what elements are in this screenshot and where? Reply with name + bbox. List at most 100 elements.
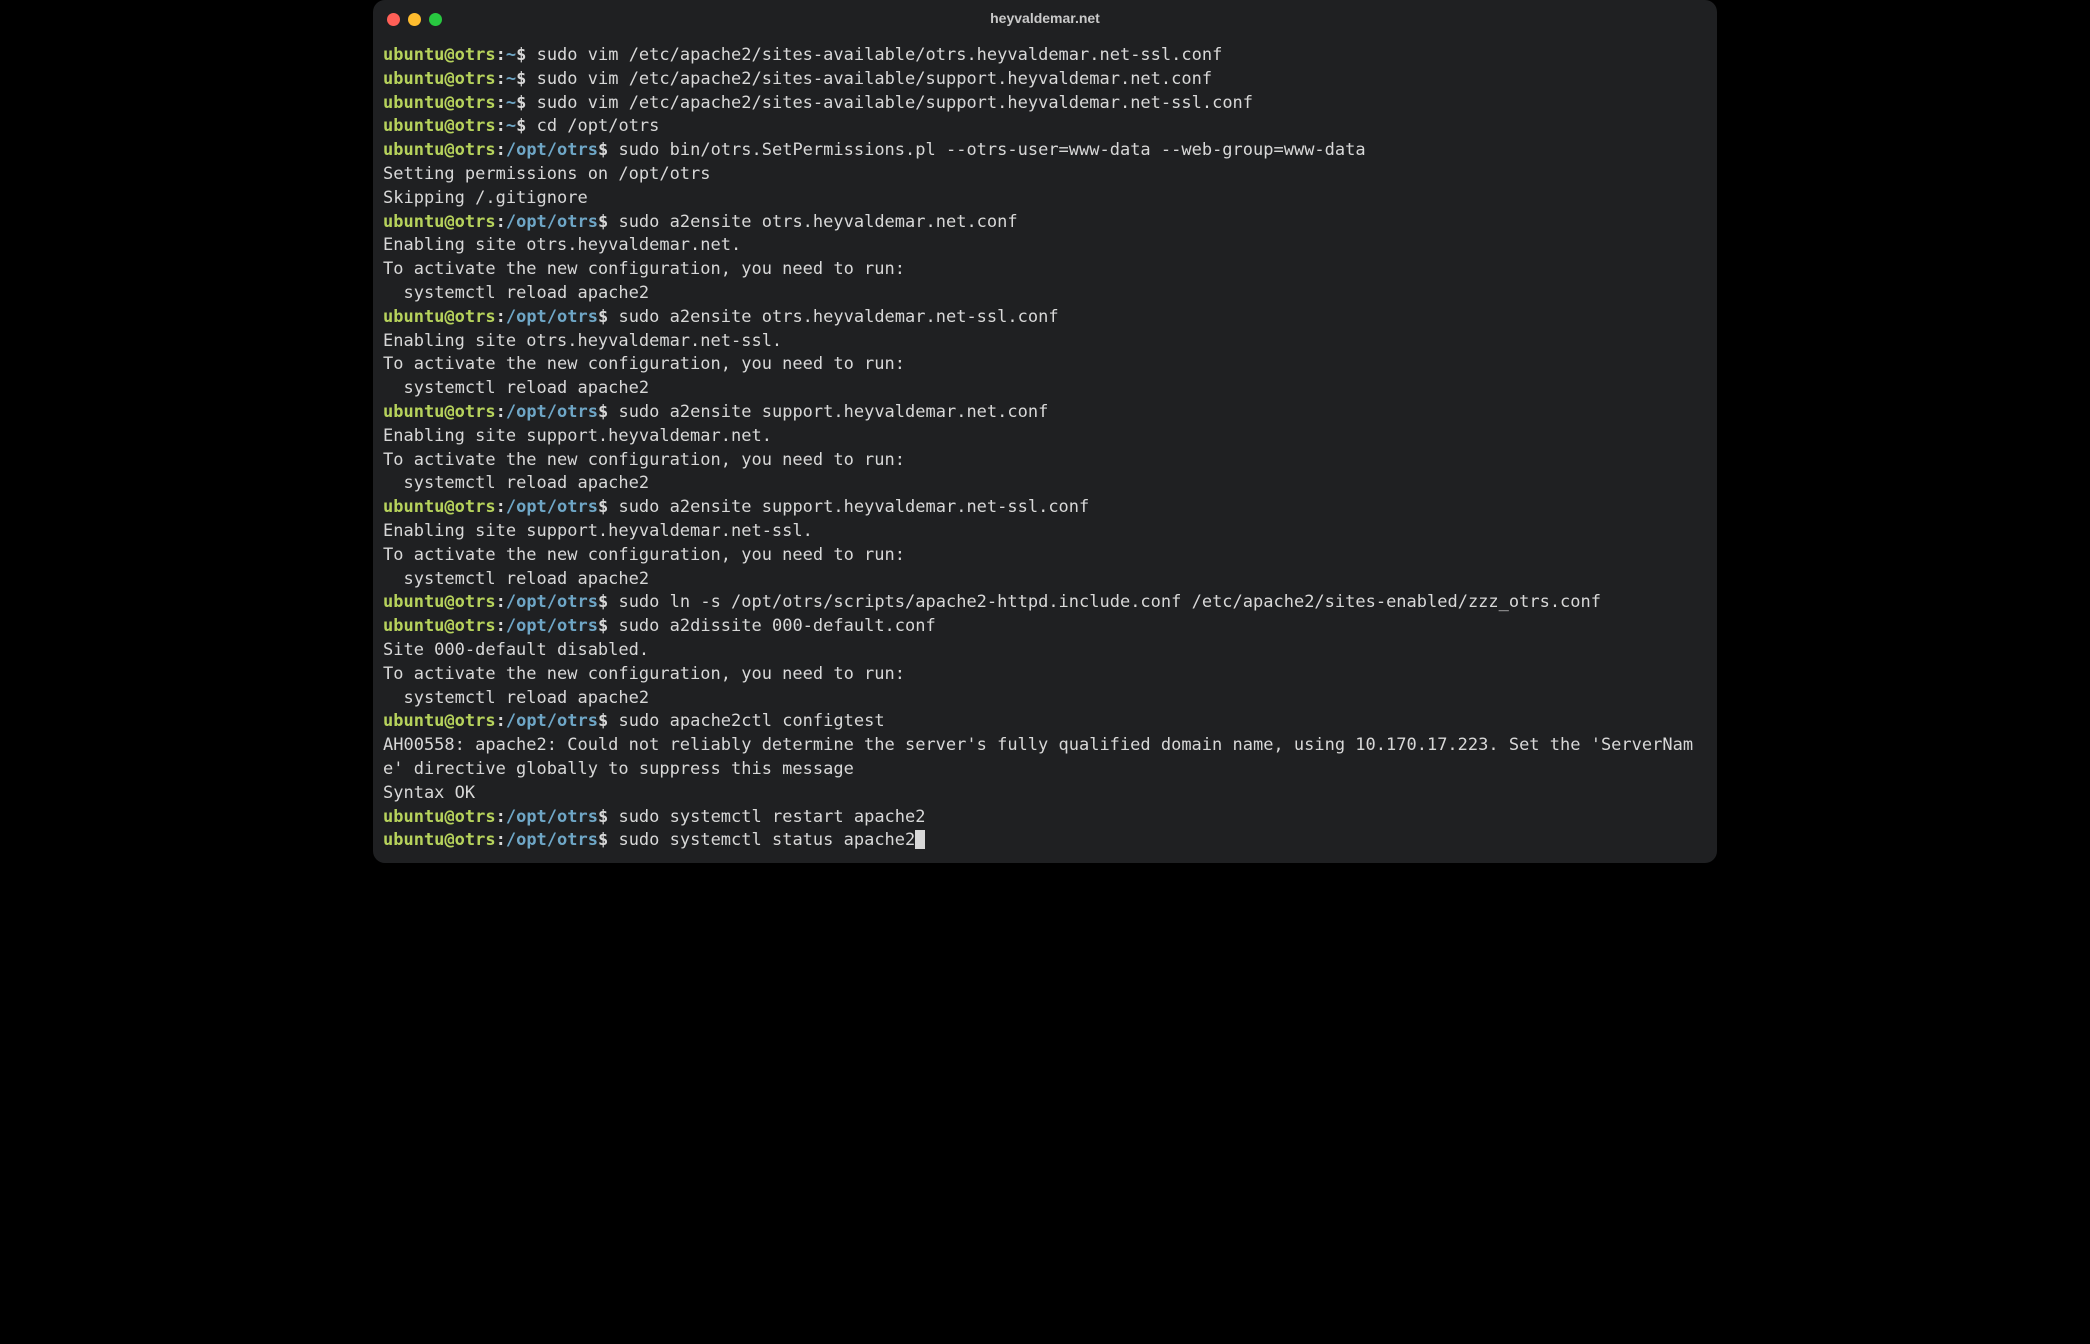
command-text: sudo vim /etc/apache2/sites-available/ot… xyxy=(537,45,1223,65)
prompt-colon: : xyxy=(496,592,506,612)
prompt-colon: : xyxy=(496,402,506,422)
minimize-icon[interactable] xyxy=(408,13,421,26)
command-text: sudo a2ensite otrs.heyvaldemar.net.conf xyxy=(618,212,1017,232)
prompt-user-host: ubuntu@otrs xyxy=(383,497,496,517)
prompt-path: /opt/otrs xyxy=(506,402,598,422)
output-text: Enabling site otrs.heyvaldemar.net. xyxy=(383,235,741,255)
terminal-line: ubuntu@otrs:/opt/otrs$ sudo a2ensite sup… xyxy=(383,401,1707,425)
terminal-line: Enabling site otrs.heyvaldemar.net-ssl. xyxy=(383,330,1707,354)
prompt-colon: : xyxy=(496,45,506,65)
prompt-user-host: ubuntu@otrs xyxy=(383,69,496,89)
command-text: sudo systemctl restart apache2 xyxy=(618,807,925,827)
command-text: sudo bin/otrs.SetPermissions.pl --otrs-u… xyxy=(618,140,1365,160)
prompt-user-host: ubuntu@otrs xyxy=(383,116,496,136)
command-text: cd /opt/otrs xyxy=(537,116,660,136)
prompt-colon: : xyxy=(496,69,506,89)
output-text: To activate the new configuration, you n… xyxy=(383,545,905,565)
prompt-dollar: $ xyxy=(598,140,618,160)
terminal-line: ubuntu@otrs:~$ cd /opt/otrs xyxy=(383,115,1707,139)
prompt-path: ~ xyxy=(506,93,516,113)
prompt-colon: : xyxy=(496,307,506,327)
prompt-path: /opt/otrs xyxy=(506,807,598,827)
output-text: Setting permissions on /opt/otrs xyxy=(383,164,711,184)
terminal-body[interactable]: ubuntu@otrs:~$ sudo vim /etc/apache2/sit… xyxy=(373,38,1717,863)
command-text: sudo vim /etc/apache2/sites-available/su… xyxy=(537,93,1253,113)
terminal-line: Site 000-default disabled. xyxy=(383,639,1707,663)
prompt-dollar: $ xyxy=(598,711,618,731)
command-text: sudo a2ensite support.heyvaldemar.net.co… xyxy=(618,402,1048,422)
command-text: sudo a2dissite 000-default.conf xyxy=(618,616,935,636)
output-text: Site 000-default disabled. xyxy=(383,640,649,660)
prompt-colon: : xyxy=(496,93,506,113)
prompt-colon: : xyxy=(496,140,506,160)
terminal-line: Syntax OK xyxy=(383,782,1707,806)
prompt-path: /opt/otrs xyxy=(506,497,598,517)
prompt-dollar: $ xyxy=(598,402,618,422)
prompt-path: /opt/otrs xyxy=(506,830,598,850)
terminal-line: ubuntu@otrs:/opt/otrs$ sudo apache2ctl c… xyxy=(383,710,1707,734)
output-text: To activate the new configuration, you n… xyxy=(383,664,905,684)
prompt-dollar: $ xyxy=(598,830,618,850)
prompt-dollar: $ xyxy=(598,497,618,517)
terminal-line: To activate the new configuration, you n… xyxy=(383,663,1707,687)
terminal-line: Enabling site otrs.heyvaldemar.net. xyxy=(383,234,1707,258)
terminal-line: systemctl reload apache2 xyxy=(383,377,1707,401)
output-text: To activate the new configuration, you n… xyxy=(383,259,905,279)
maximize-icon[interactable] xyxy=(429,13,442,26)
prompt-path: /opt/otrs xyxy=(506,212,598,232)
terminal-line: To activate the new configuration, you n… xyxy=(383,353,1707,377)
terminal-line: systemctl reload apache2 xyxy=(383,282,1707,306)
terminal-line: Enabling site support.heyvaldemar.net-ss… xyxy=(383,520,1707,544)
prompt-path: /opt/otrs xyxy=(506,592,598,612)
prompt-colon: : xyxy=(496,711,506,731)
prompt-user-host: ubuntu@otrs xyxy=(383,45,496,65)
prompt-colon: : xyxy=(496,830,506,850)
prompt-path: /opt/otrs xyxy=(506,711,598,731)
terminal-line: Skipping /.gitignore xyxy=(383,187,1707,211)
output-text: Enabling site otrs.heyvaldemar.net-ssl. xyxy=(383,331,782,351)
terminal-line: ubuntu@otrs:/opt/otrs$ sudo bin/otrs.Set… xyxy=(383,139,1707,163)
prompt-colon: : xyxy=(496,807,506,827)
prompt-path: /opt/otrs xyxy=(506,616,598,636)
prompt-colon: : xyxy=(496,212,506,232)
terminal-line: ubuntu@otrs:/opt/otrs$ sudo a2dissite 00… xyxy=(383,615,1707,639)
prompt-dollar: $ xyxy=(598,212,618,232)
prompt-dollar: $ xyxy=(598,616,618,636)
output-text: Enabling site support.heyvaldemar.net. xyxy=(383,426,772,446)
prompt-user-host: ubuntu@otrs xyxy=(383,402,496,422)
command-text: sudo a2ensite support.heyvaldemar.net-ss… xyxy=(618,497,1089,517)
terminal-line: ubuntu@otrs:/opt/otrs$ sudo a2ensite otr… xyxy=(383,211,1707,235)
prompt-user-host: ubuntu@otrs xyxy=(383,711,496,731)
terminal-window: heyvaldemar.net ubuntu@otrs:~$ sudo vim … xyxy=(373,0,1717,863)
prompt-path: ~ xyxy=(506,69,516,89)
output-text: To activate the new configuration, you n… xyxy=(383,450,905,470)
output-text: systemctl reload apache2 xyxy=(383,378,649,398)
prompt-dollar: $ xyxy=(598,592,618,612)
output-text: AH00558: apache2: Could not reliably det… xyxy=(383,735,1693,779)
prompt-user-host: ubuntu@otrs xyxy=(383,616,496,636)
prompt-user-host: ubuntu@otrs xyxy=(383,93,496,113)
terminal-line: systemctl reload apache2 xyxy=(383,568,1707,592)
output-text: systemctl reload apache2 xyxy=(383,283,649,303)
prompt-user-host: ubuntu@otrs xyxy=(383,307,496,327)
output-text: To activate the new configuration, you n… xyxy=(383,354,905,374)
prompt-path: ~ xyxy=(506,116,516,136)
terminal-line: Enabling site support.heyvaldemar.net. xyxy=(383,425,1707,449)
close-icon[interactable] xyxy=(387,13,400,26)
prompt-dollar: $ xyxy=(516,116,536,136)
terminal-line: ubuntu@otrs:/opt/otrs$ sudo a2ensite otr… xyxy=(383,306,1707,330)
prompt-user-host: ubuntu@otrs xyxy=(383,212,496,232)
prompt-path: ~ xyxy=(506,45,516,65)
prompt-user-host: ubuntu@otrs xyxy=(383,807,496,827)
prompt-user-host: ubuntu@otrs xyxy=(383,592,496,612)
terminal-line: ubuntu@otrs:~$ sudo vim /etc/apache2/sit… xyxy=(383,68,1707,92)
terminal-line: To activate the new configuration, you n… xyxy=(383,258,1707,282)
command-text: sudo a2ensite otrs.heyvaldemar.net-ssl.c… xyxy=(618,307,1058,327)
terminal-line: systemctl reload apache2 xyxy=(383,472,1707,496)
prompt-path: /opt/otrs xyxy=(506,140,598,160)
output-text: systemctl reload apache2 xyxy=(383,569,649,589)
traffic-lights xyxy=(387,13,442,26)
terminal-line: ubuntu@otrs:~$ sudo vim /etc/apache2/sit… xyxy=(383,44,1707,68)
output-text: Syntax OK xyxy=(383,783,475,803)
prompt-path: /opt/otrs xyxy=(506,307,598,327)
